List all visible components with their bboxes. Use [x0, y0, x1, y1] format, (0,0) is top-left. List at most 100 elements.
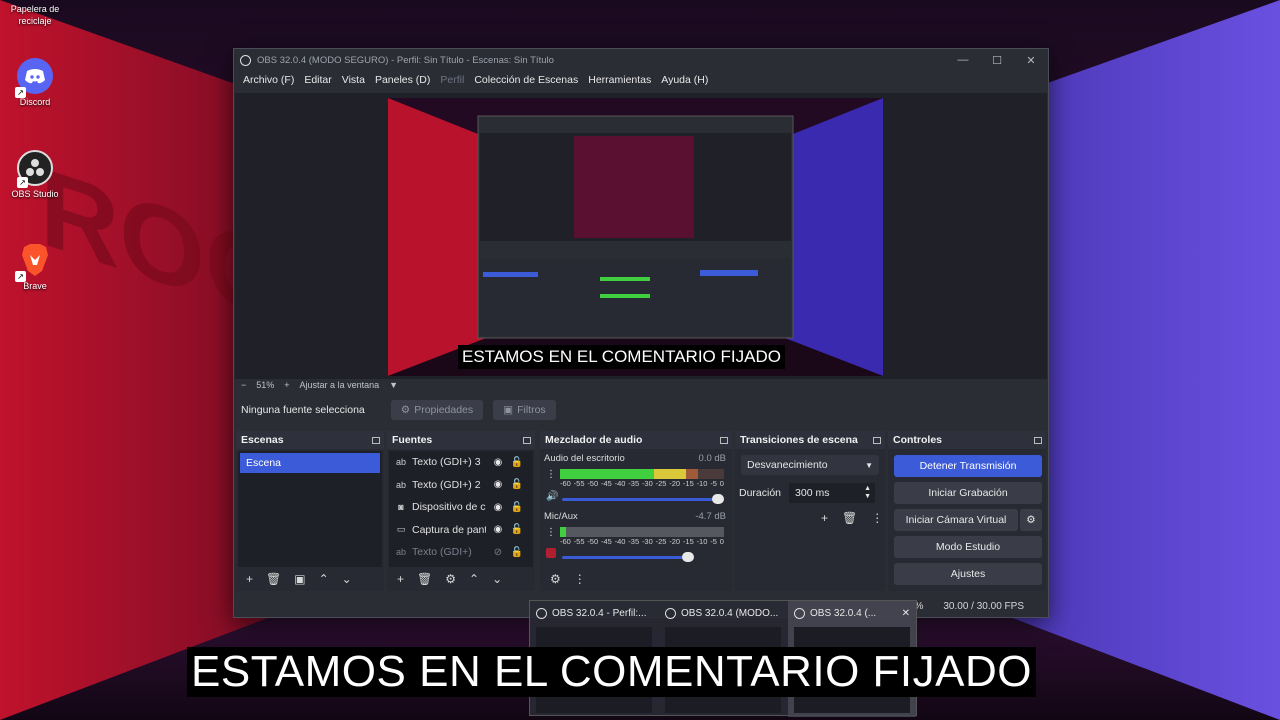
duration-spinbox[interactable]: 300 ms ▲ ▼: [789, 483, 876, 503]
channel-menu-icon[interactable]: ⋮: [546, 469, 556, 480]
volume-slider[interactable]: [562, 494, 724, 504]
zoom-in-button[interactable]: +: [284, 380, 289, 390]
zoom-fit-select[interactable]: Ajustar a la ventana: [300, 380, 380, 390]
duration-value: 300 ms: [795, 487, 830, 499]
source-row[interactable]: ab Texto (GDI+) 3 ◉ 🔓: [389, 451, 533, 474]
scene-filters-icon[interactable]: ▣: [294, 572, 305, 586]
settings-button[interactable]: Ajustes: [894, 563, 1042, 585]
start-virtual-camera-button[interactable]: Iniciar Cámara Virtual: [894, 509, 1018, 531]
desktop-icon-obs-studio[interactable]: ↗ OBS Studio: [8, 150, 62, 199]
close-icon[interactable]: ✕: [902, 608, 910, 619]
add-source-icon[interactable]: +: [397, 572, 404, 586]
move-down-icon[interactable]: ⌄: [492, 572, 502, 586]
channel-db: 0.0 dB: [698, 453, 726, 464]
source-row[interactable]: ◙ Dispositivo de captura ◉ 🔓: [389, 496, 533, 519]
add-scene-icon[interactable]: +: [246, 572, 253, 586]
window-titlebar[interactable]: OBS 32.0.4 (MODO SEGURO) - Perfil: Sin T…: [234, 49, 1048, 71]
filter-icon: ▣: [503, 404, 514, 416]
menu-editar[interactable]: Editar: [299, 74, 336, 86]
program-preview[interactable]: ESTAMOS EN EL COMENTARIO FIJADO: [388, 98, 883, 376]
dock-float-icon[interactable]: [523, 436, 531, 444]
remove-scene-icon[interactable]: 🗑: [266, 572, 281, 586]
scene-item[interactable]: Escena: [240, 453, 380, 473]
dock-float-icon[interactable]: [720, 436, 728, 444]
desktop-icon-brave[interactable]: ↗ Brave: [8, 242, 62, 291]
add-transition-icon[interactable]: +: [821, 511, 828, 525]
spin-arrows-icon[interactable]: ▲ ▼: [864, 485, 871, 501]
unlock-icon[interactable]: 🔓: [510, 502, 524, 513]
close-button[interactable]: ✕: [1014, 54, 1048, 67]
scale-tick: -30: [641, 479, 653, 488]
recycle-bin-label[interactable]: Papelera de reciclaje: [0, 3, 70, 27]
mic-muted-icon[interactable]: [546, 548, 556, 558]
mixer-channel-desktop: Audio del escritorio 0.0 dB ⋮ -60 -55 -50-…: [544, 453, 726, 504]
maximize-button[interactable]: ☐: [980, 54, 1014, 67]
menu-herramientas[interactable]: Herramientas: [583, 74, 656, 86]
move-up-icon[interactable]: ⌃: [469, 572, 479, 586]
text-icon: ab: [395, 457, 406, 468]
remove-transition-icon[interactable]: 🗑: [842, 511, 857, 525]
speaker-icon[interactable]: 🔊: [546, 491, 558, 502]
mixer-menu-icon[interactable]: ⋮: [574, 572, 586, 586]
volume-meter: [560, 527, 724, 537]
transition-menu-icon[interactable]: ⋮: [871, 511, 883, 525]
menu-archivo[interactable]: Archivo (F): [238, 74, 299, 86]
source-row[interactable]: ▭ Captura de pantalla ◉ 🔓: [389, 519, 533, 542]
start-recording-button[interactable]: Iniciar Grabación: [894, 482, 1042, 504]
menu-coleccion-escenas[interactable]: Colección de Escenas: [469, 74, 583, 86]
menu-paneles[interactable]: Paneles (D): [370, 74, 435, 86]
source-settings-icon[interactable]: ⚙: [445, 572, 456, 586]
menu-ayuda[interactable]: Ayuda (H): [656, 74, 713, 86]
meter-yellow: [654, 469, 686, 479]
unlock-icon[interactable]: 🔓: [510, 547, 524, 558]
scale-tick: -55: [573, 479, 585, 488]
meter-empty: [566, 527, 724, 537]
eye-icon[interactable]: ◉: [491, 502, 505, 513]
stop-streaming-button[interactable]: Detener Transmisión: [894, 455, 1042, 477]
obs-icon: [794, 607, 805, 619]
advanced-audio-icon[interactable]: ⚙: [550, 572, 561, 586]
move-up-icon[interactable]: ⌃: [319, 572, 329, 586]
eye-hidden-icon[interactable]: ⊘: [491, 547, 505, 558]
unlock-icon[interactable]: 🔓: [510, 479, 524, 490]
source-row[interactable]: ab Texto (GDI+) 2 ◉ 🔓: [389, 474, 533, 497]
chevron-down-icon: ▼: [865, 460, 873, 470]
volume-meter: [560, 469, 724, 479]
channel-menu-icon[interactable]: ⋮: [546, 527, 556, 538]
shortcut-arrow-icon: ↗: [15, 271, 26, 282]
virtual-camera-settings-button[interactable]: ⚙: [1020, 509, 1042, 531]
preview-area[interactable]: ESTAMOS EN EL COMENTARIO FIJADO: [235, 93, 1047, 379]
unlock-icon[interactable]: 🔓: [510, 524, 524, 535]
meter-red: [686, 469, 698, 479]
dock-float-icon[interactable]: [372, 436, 380, 444]
volume-slider[interactable]: [562, 552, 694, 562]
eye-icon[interactable]: ◉: [491, 479, 505, 490]
thumbnail-title: OBS 32.0.4 (...: [810, 607, 877, 619]
source-name: Texto (GDI+) 3: [412, 456, 481, 469]
mixer-channel-mic: Mic/Aux -4.7 dB ⋮ -60 -55 -50 -45 -40 -35 -30-…: [544, 511, 726, 562]
minimize-button[interactable]: —: [946, 54, 980, 67]
source-name: Texto (GDI+) 2: [412, 478, 481, 491]
filters-button[interactable]: ▣ Filtros: [493, 400, 556, 420]
scale-tick: -20: [669, 479, 681, 488]
menu-vista[interactable]: Vista: [337, 74, 370, 86]
desktop-icon-discord[interactable]: ↗ Discord: [8, 58, 62, 107]
eye-icon[interactable]: ◉: [491, 457, 505, 468]
chevron-down-icon[interactable]: ▼: [389, 380, 398, 390]
menu-perfil[interactable]: Perfil: [435, 74, 469, 86]
move-down-icon[interactable]: ⌄: [342, 572, 352, 586]
obs-window: OBS 32.0.4 (MODO SEGURO) - Perfil: Sin T…: [233, 48, 1049, 618]
properties-button[interactable]: ⚙ Propiedades: [390, 400, 484, 420]
volume-slider-handle[interactable]: [712, 494, 724, 504]
dock-float-icon[interactable]: [873, 436, 881, 444]
dock-float-icon[interactable]: [1034, 436, 1042, 444]
studio-mode-button[interactable]: Modo Estudio: [894, 536, 1042, 558]
unlock-icon[interactable]: 🔓: [510, 457, 524, 468]
volume-slider-handle[interactable]: [682, 552, 694, 562]
remove-source-icon[interactable]: 🗑: [417, 572, 432, 586]
zoom-out-button[interactable]: −: [241, 380, 246, 390]
transition-select[interactable]: Desvanecimiento ▼: [741, 455, 879, 475]
eye-icon[interactable]: ◉: [491, 524, 505, 535]
source-name: Dispositivo de captura: [412, 501, 486, 514]
source-row[interactable]: ab Texto (GDI+) ⊘ 🔓: [389, 541, 533, 564]
